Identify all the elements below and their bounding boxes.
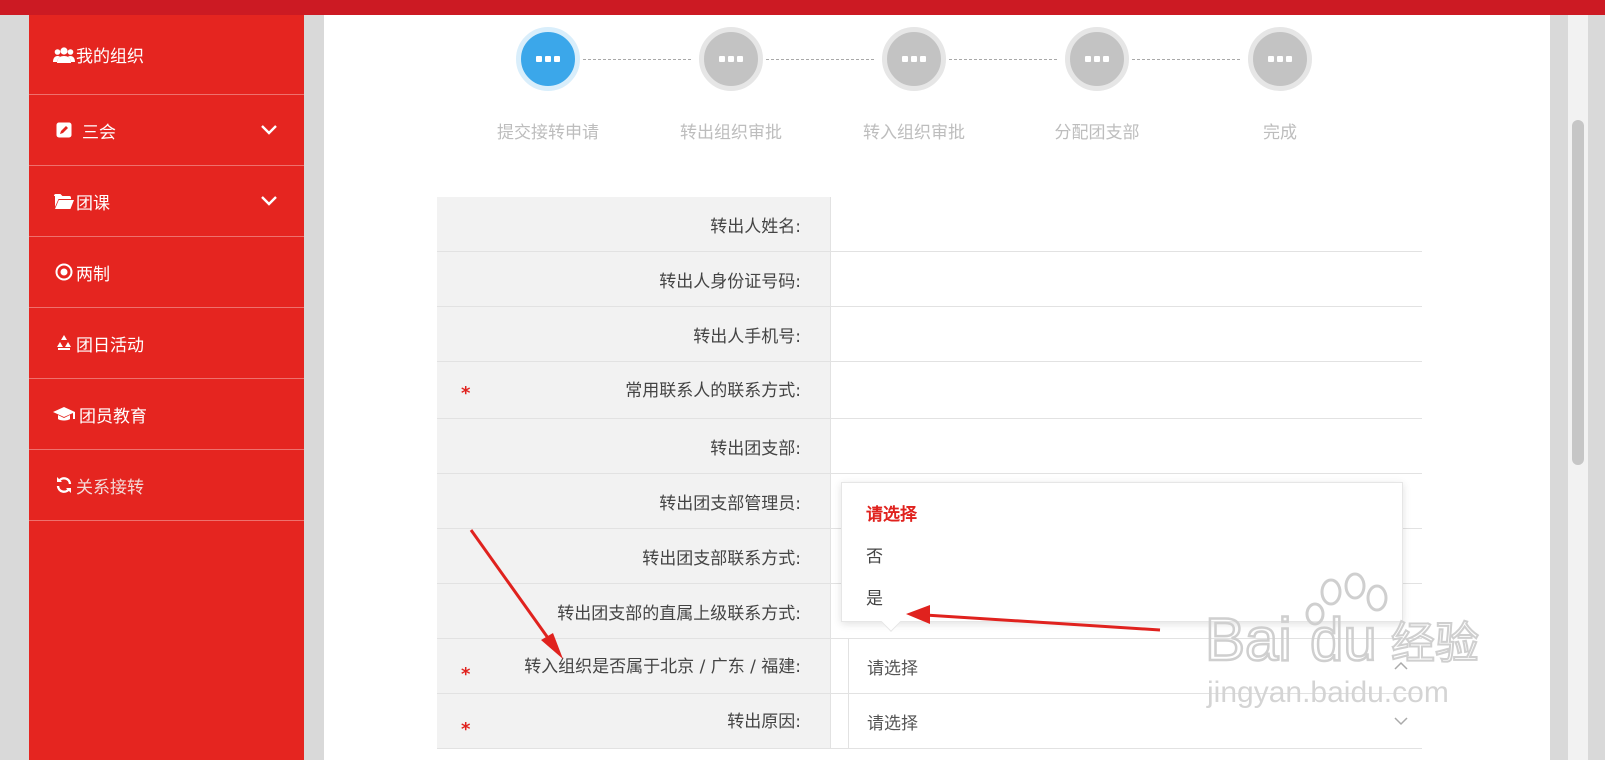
transfer-form: 转出人姓名: 转出人身份证号码: 转出人手机号: * 常用联系人的联系方式: 转… [437, 197, 1422, 749]
sidebar-item-meetings[interactable]: 三会 [29, 95, 304, 166]
reason-select[interactable]: 请选择 [848, 694, 1422, 748]
field-label: 转出团支部的直属上级联系方式: [437, 584, 831, 638]
recycle-icon [53, 334, 75, 352]
name-value [831, 197, 1422, 251]
scrollbar-thumb[interactable] [1572, 120, 1584, 465]
step-in-approval: 转入组织审批 [844, 27, 984, 143]
form-row-name: 转出人姓名: [437, 197, 1422, 252]
users-icon [53, 46, 75, 64]
field-label: 转出人姓名: [437, 197, 831, 251]
progress-steps: 提交接转申请 转出组织审批 转入组织审批 分配团支部 完成 [324, 15, 1550, 165]
select-value: 请选择 [867, 713, 918, 734]
region-dropdown-menu: 请选择 否 是 [841, 482, 1403, 632]
dropdown-option-placeholder[interactable]: 请选择 [842, 491, 1402, 533]
step-label: 提交接转申请 [497, 123, 599, 143]
chevron-down-icon[interactable] [260, 121, 278, 139]
sidebar-item-label: 两制 [76, 264, 110, 285]
field-label: 转出团支部联系方式: [437, 529, 831, 583]
graduation-cap-icon [53, 405, 75, 423]
folder-open-icon [53, 192, 75, 210]
form-row-destination-region: * 转入组织是否属于北京 / 广东 / 福建: 请选择 [437, 639, 1422, 694]
ellipsis-icon [699, 27, 763, 91]
form-row-reason: * 转出原因: 请选择 [437, 694, 1422, 749]
sidebar-item-label: 我的组织 [76, 47, 144, 67]
step-label: 完成 [1263, 123, 1297, 143]
field-label: * 转入组织是否属于北京 / 广东 / 福建: [437, 639, 831, 693]
sidebar-item-my-organization[interactable]: 我的组织 [29, 15, 304, 95]
main-content: 提交接转申请 转出组织审批 转入组织审批 分配团支部 完成 转出人姓名: 转出人… [324, 15, 1550, 760]
step-submit: 提交接转申请 [478, 27, 618, 143]
sidebar-item-league-day[interactable]: 团日活动 [29, 308, 304, 379]
refresh-icon [53, 476, 75, 494]
field-label: 转出人身份证号码: [437, 252, 831, 306]
destination-region-field: 请选择 [831, 639, 1422, 693]
sidebar-item-label: 三会 [82, 122, 116, 143]
step-complete: 完成 [1210, 27, 1350, 143]
edit-icon [53, 121, 75, 139]
chevron-up-icon [1394, 661, 1408, 670]
sidebar: 我的组织 三会 团课 两制 团日活动 团员教育 关系接转 [29, 15, 304, 760]
field-label: * 常用联系人的联系方式: [437, 362, 831, 418]
chevron-down-icon[interactable] [260, 192, 278, 210]
ellipsis-icon [1248, 27, 1312, 91]
dropdown-option-no[interactable]: 否 [842, 533, 1402, 575]
sidebar-item-label: 关系接转 [76, 477, 144, 498]
required-marker: * [461, 383, 471, 404]
sidebar-item-two-systems[interactable]: 两制 [29, 237, 304, 308]
ellipsis-icon [882, 27, 946, 91]
required-marker: * [461, 664, 471, 685]
step-out-approval: 转出组织审批 [661, 27, 801, 143]
reason-field: 请选择 [831, 694, 1422, 748]
select-value: 请选择 [867, 658, 918, 679]
required-marker: * [461, 719, 471, 740]
step-label: 转出组织审批 [680, 123, 782, 143]
form-row-contact: * 常用联系人的联系方式: [437, 362, 1422, 419]
sidebar-item-label: 团日活动 [76, 335, 144, 356]
step-label: 转入组织审批 [863, 123, 965, 143]
form-row-phone: 转出人手机号: [437, 307, 1422, 362]
sidebar-item-lessons[interactable]: 团课 [29, 166, 304, 237]
chevron-down-icon [1394, 717, 1408, 726]
id-number-value [831, 252, 1422, 306]
target-icon [53, 263, 75, 281]
phone-value [831, 307, 1422, 361]
out-branch-value [831, 419, 1422, 473]
dropdown-option-yes[interactable]: 是 [842, 575, 1402, 617]
form-row-out-branch: 转出团支部: [437, 419, 1422, 474]
field-label: * 转出原因: [437, 694, 831, 748]
step-label: 分配团支部 [1054, 123, 1140, 143]
field-label: 转出团支部管理员: [437, 474, 831, 528]
sidebar-item-member-education[interactable]: 团员教育 [29, 379, 304, 450]
sidebar-item-label: 团课 [76, 193, 110, 214]
field-label: 转出团支部: [437, 419, 831, 473]
ellipsis-icon [1065, 27, 1129, 91]
top-bar [0, 0, 1605, 15]
destination-region-select[interactable]: 请选择 [848, 639, 1422, 693]
sidebar-item-label: 团员教育 [79, 406, 147, 427]
sidebar-item-relation-transfer[interactable]: 关系接转 [29, 450, 304, 521]
contact-value[interactable] [831, 362, 1422, 418]
field-label: 转出人手机号: [437, 307, 831, 361]
step-assign-branch: 分配团支部 [1027, 27, 1167, 143]
ellipsis-icon [516, 27, 580, 91]
form-row-id-number: 转出人身份证号码: [437, 252, 1422, 307]
